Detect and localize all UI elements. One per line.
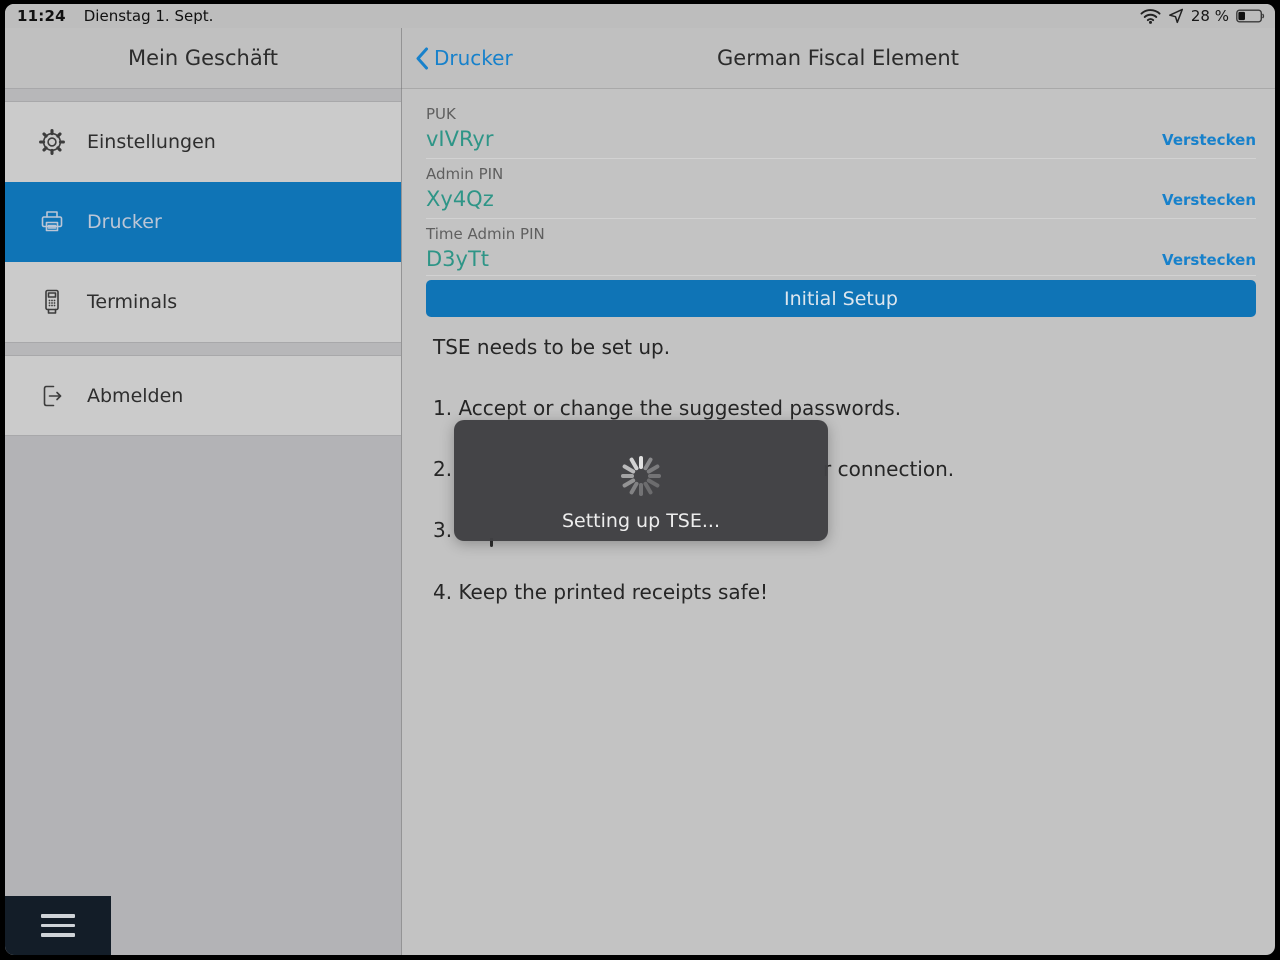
sidebar-item-drucker[interactable]: Drucker [5, 182, 401, 262]
step-text: 2. [433, 457, 453, 481]
sidebar-separator [5, 88, 401, 102]
status-date: Dienstag 1. Sept. [83, 7, 214, 25]
field-divider [426, 218, 1256, 219]
verstecken-link-time-admin-pin[interactable]: Verstecken [1162, 251, 1256, 269]
printer-icon [41, 211, 63, 232]
gear-icon [39, 129, 65, 155]
field-value-time-admin-pin: D3yTt [426, 247, 490, 271]
chevron-left-icon [416, 47, 428, 69]
card-terminal-icon [45, 289, 59, 314]
sidebar-item-label: Einstellungen [87, 131, 216, 153]
field-label-puk: PUK [426, 105, 456, 123]
sidebar-content-divider [401, 4, 402, 955]
progress-modal-message: Setting up TSE... [561, 510, 720, 532]
sidebar-item-label: Abmelden [87, 384, 184, 407]
field-value-admin-pin: Xy4Qz [426, 187, 494, 211]
field-divider [426, 275, 1256, 276]
back-button-label: Drucker [434, 46, 513, 70]
app-screen: 11:24 Dienstag 1. Sept. 28 % Mein Geschä… [5, 4, 1275, 955]
sidebar-title: Mein Geschäft [128, 46, 278, 70]
step-text: 4. Keep the printed receipts safe! [433, 580, 769, 604]
header-band: Mein Geschäft German Fiscal Element Druc… [5, 28, 1275, 89]
sidebar-item-einstellungen[interactable]: Einstellungen [5, 102, 401, 182]
sidebar: Einstellungen Drucker Terminals Abmelden [5, 88, 401, 955]
instruction-step-1: 1. Accept or change the suggested passwo… [433, 396, 1263, 422]
hamburger-menu-icon [41, 933, 75, 937]
sidebar-item-abmelden[interactable]: Abmelden [5, 356, 401, 436]
field-value-puk: vIVRyr [426, 127, 494, 151]
hamburger-menu-button[interactable] [5, 896, 111, 955]
verstecken-link-puk[interactable]: Verstecken [1162, 131, 1256, 149]
location-icon [1168, 8, 1183, 24]
sidebar-item-label: Terminals [87, 291, 178, 313]
sidebar-item-terminals[interactable]: Terminals [5, 262, 401, 342]
instructions-intro: TSE needs to be set up. [433, 335, 671, 359]
field-divider [426, 158, 1256, 159]
step-text: 3. [433, 518, 453, 542]
hamburger-menu-icon [41, 914, 75, 918]
logout-icon [43, 385, 62, 406]
sidebar-item-label: Drucker [87, 211, 162, 233]
battery-icon [1236, 9, 1265, 23]
initial-setup-button[interactable]: Initial Setup [426, 280, 1256, 317]
activity-spinner-icon [621, 456, 661, 496]
back-button[interactable]: Drucker [415, 28, 513, 88]
page-title: German Fiscal Element [717, 46, 959, 70]
sidebar-separator [5, 342, 401, 356]
status-time: 11:24 [17, 7, 66, 25]
field-label-admin-pin: Admin PIN [426, 165, 504, 183]
verstecken-link-admin-pin[interactable]: Verstecken [1162, 191, 1256, 209]
step-text: 1. Accept or change the suggested passwo… [433, 396, 902, 420]
status-bar: 11:24 Dienstag 1. Sept. 28 % [5, 4, 1275, 28]
field-label-time-admin-pin: Time Admin PIN [426, 225, 545, 243]
instruction-step-4: 4. Keep the printed receipts safe! [433, 580, 1263, 606]
progress-modal: Setting up TSE... [454, 420, 828, 541]
battery-percent: 28 % [1190, 7, 1229, 25]
hamburger-menu-icon [41, 923, 75, 928]
status-indicators: 28 % [1140, 7, 1275, 25]
step-text-suffix: r connection. [823, 457, 955, 481]
wifi-icon [1140, 9, 1161, 24]
